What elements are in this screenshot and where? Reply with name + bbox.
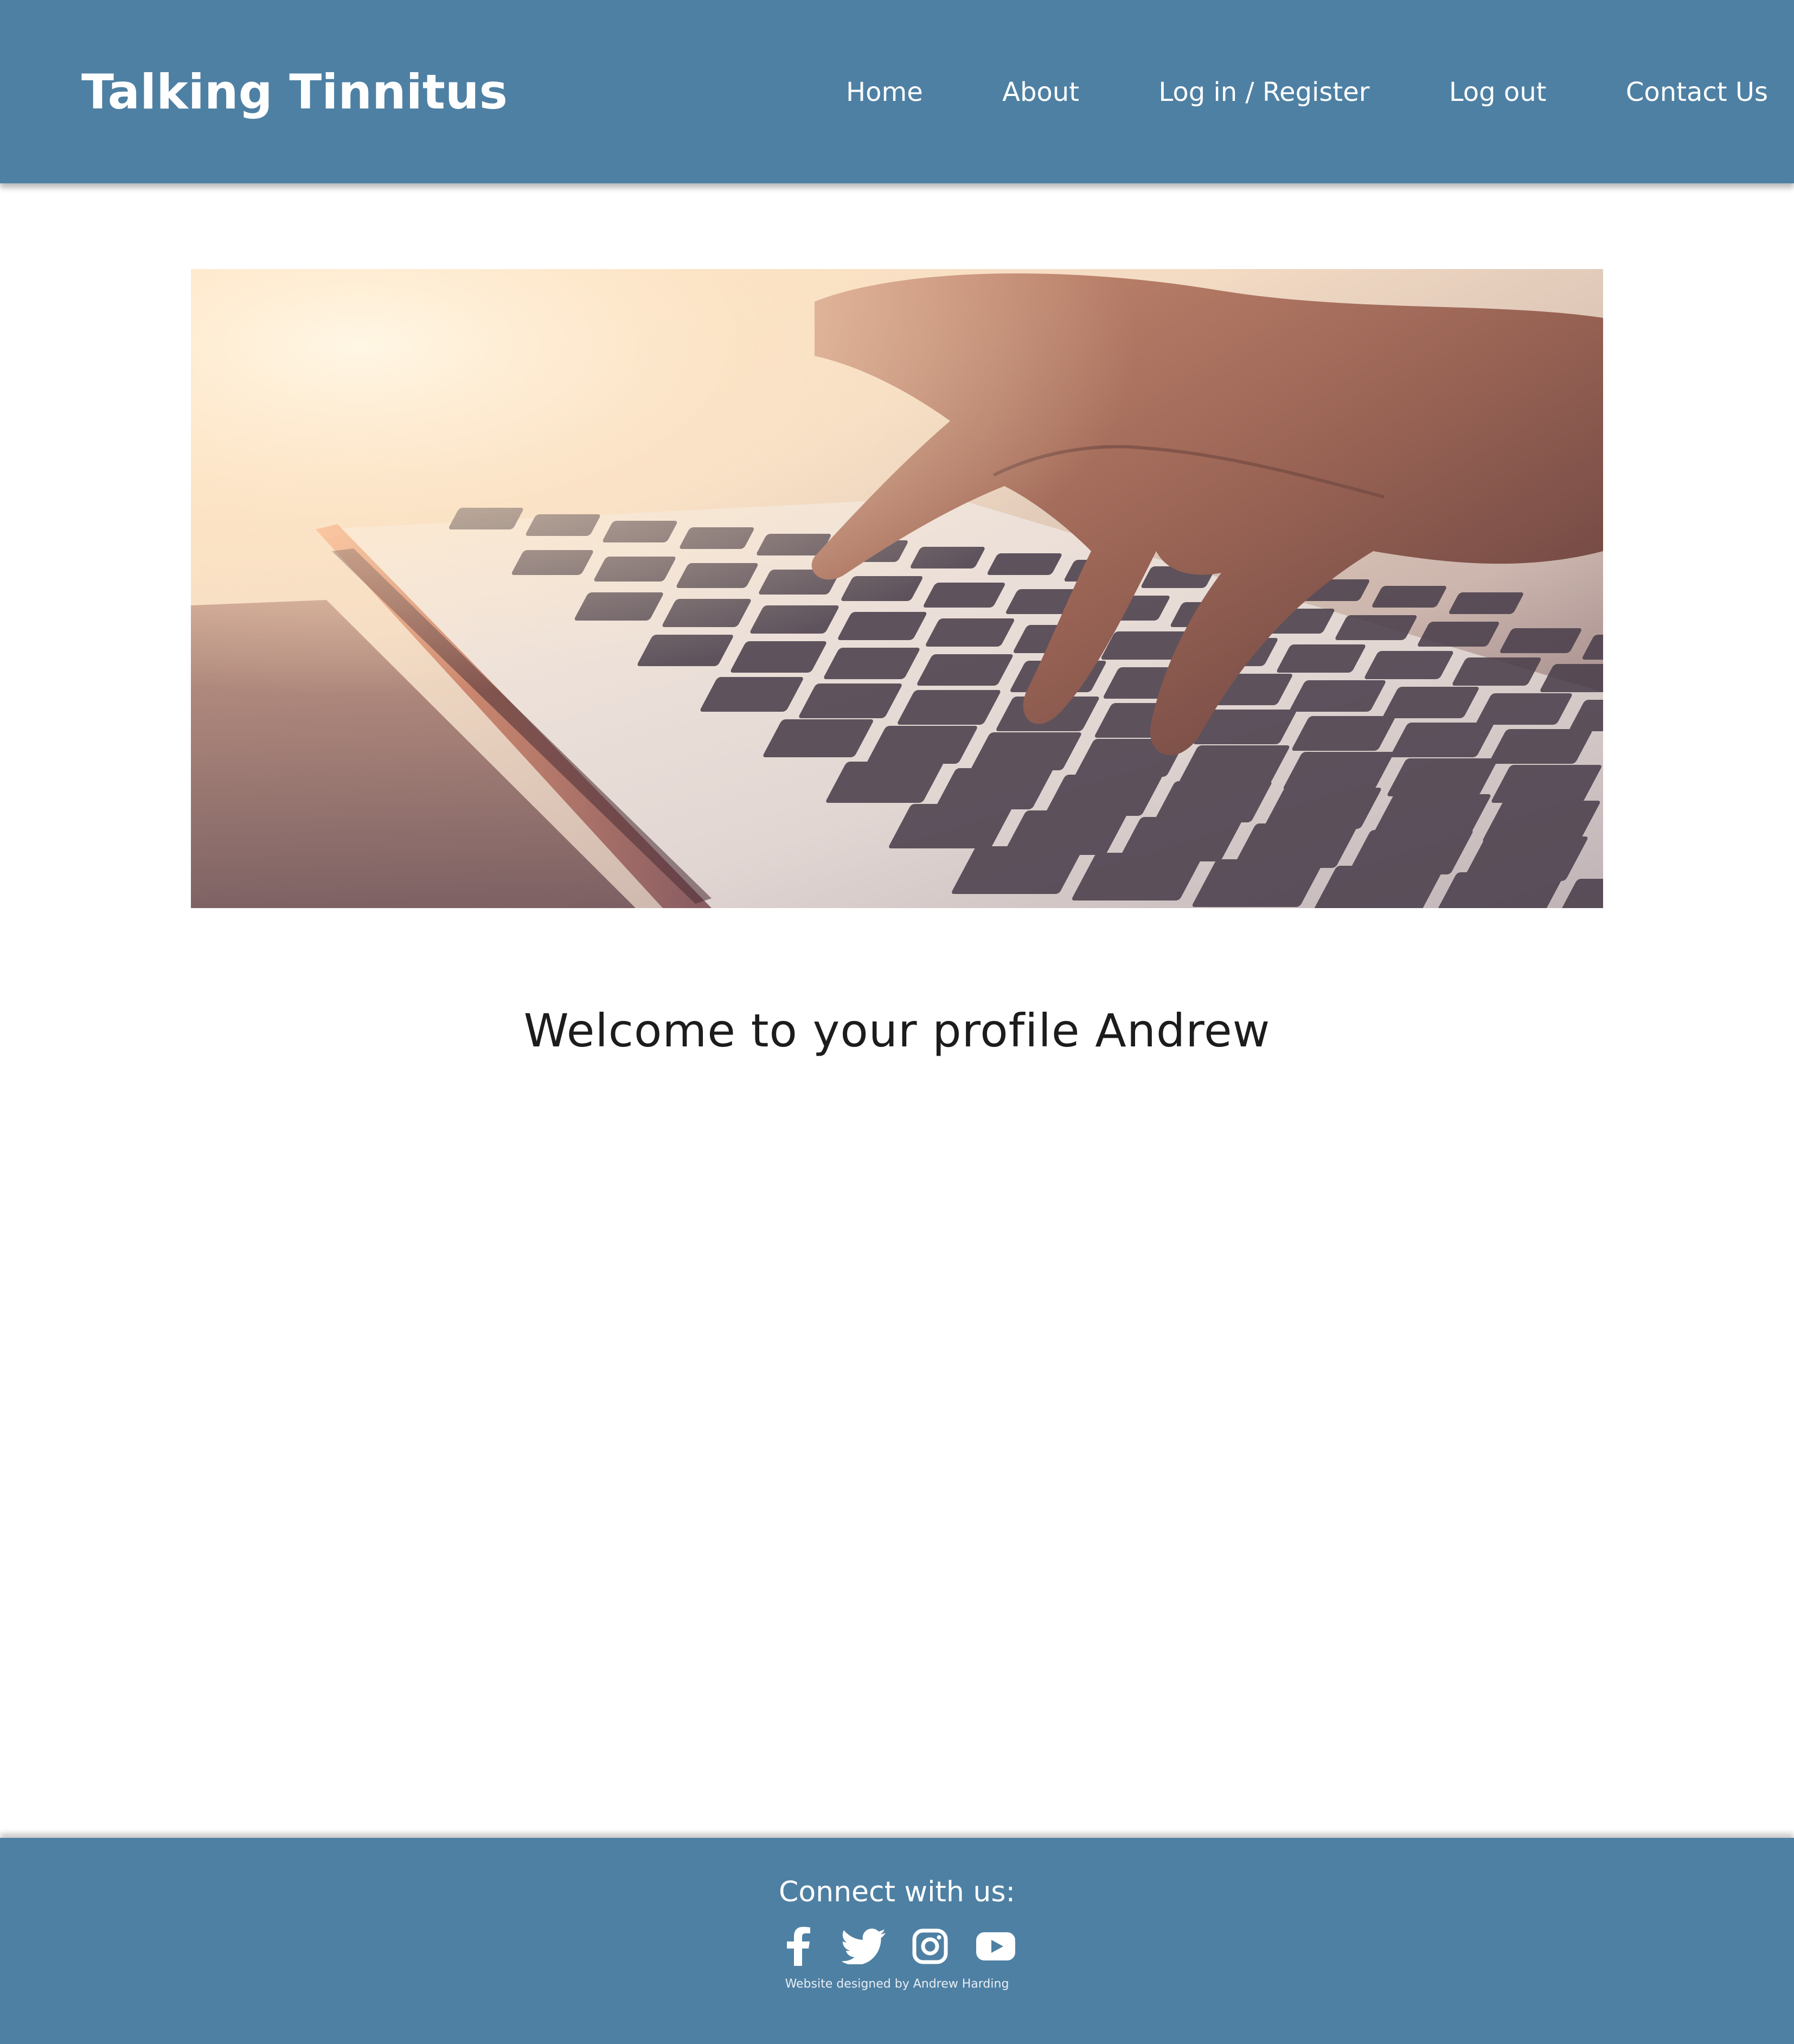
connect-heading: Connect with us:	[779, 1876, 1015, 1908]
site-footer: Connect with us: Website designed by And…	[0, 1838, 1794, 2044]
main-nav: Home About Log in / Register Log out Con…	[846, 60, 1768, 125]
designer-credit: Website designed by Andrew Harding	[785, 1977, 1009, 1991]
nav-contact-link[interactable]: Contact Us	[1626, 60, 1768, 125]
instagram-icon[interactable]	[907, 1924, 953, 1969]
welcome-heading: Welcome to your profile Andrew	[523, 1004, 1271, 1057]
site-header: Talking Tinnitus Home About Log in / Reg…	[0, 0, 1794, 183]
hero-image	[191, 269, 1603, 908]
twitter-icon[interactable]	[841, 1924, 887, 1969]
nav-logout-link[interactable]: Log out	[1449, 60, 1547, 125]
youtube-icon[interactable]	[973, 1924, 1018, 1969]
site-title[interactable]: Talking Tinnitus	[81, 60, 508, 125]
nav-login-register-link[interactable]: Log in / Register	[1158, 60, 1369, 125]
nav-home-link[interactable]: Home	[846, 60, 923, 125]
facebook-icon[interactable]	[776, 1924, 821, 1969]
nav-about-link[interactable]: About	[1002, 60, 1079, 125]
social-links	[776, 1919, 1018, 1973]
